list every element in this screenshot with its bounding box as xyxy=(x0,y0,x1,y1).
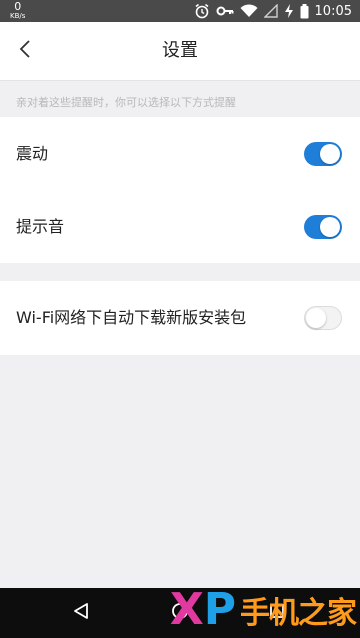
network-speed-unit: KB/s xyxy=(10,12,26,20)
toggle-knob xyxy=(320,217,340,237)
battery-icon xyxy=(300,3,309,19)
back-button[interactable] xyxy=(8,34,42,68)
back-triangle-icon xyxy=(72,602,90,624)
toggle-knob xyxy=(320,144,340,164)
wifi-icon xyxy=(240,4,258,18)
setting-label: 提示音 xyxy=(16,217,65,236)
setting-row-vibrate: 震动 xyxy=(0,117,360,190)
nav-back-button[interactable] xyxy=(66,598,96,628)
toggle-knob xyxy=(306,308,326,328)
setting-row-sound: 提示音 xyxy=(0,190,360,263)
watermark-xp: XP xyxy=(169,584,236,635)
status-bar: 0 KB/s 10:05 xyxy=(0,0,360,22)
setting-label: 震动 xyxy=(16,144,49,163)
signal-icon xyxy=(263,4,278,18)
vibrate-toggle[interactable] xyxy=(304,142,342,166)
chevron-left-icon xyxy=(18,39,32,63)
alarm-icon xyxy=(194,3,210,19)
setting-row-wifi-download: Wi-Fi网络下自动下载新版安装包 xyxy=(0,281,360,354)
section-hint: 亲对着这些提醒时，你可以选择以下方式提醒 xyxy=(16,96,236,109)
page-title: 设置 xyxy=(162,40,198,61)
charging-icon xyxy=(284,4,294,18)
notification-settings-group: 震动 提示音 xyxy=(0,117,360,263)
app-bar: 设置 xyxy=(0,22,360,81)
watermark-text: 手机之家 xyxy=(240,596,357,631)
download-settings-group: Wi-Fi网络下自动下载新版安装包 xyxy=(0,281,360,355)
wifi-download-toggle[interactable] xyxy=(304,306,342,330)
clock: 10:05 xyxy=(314,3,352,19)
watermark-logo: XP 手机之家 xyxy=(169,582,357,638)
setting-label: Wi-Fi网络下自动下载新版安装包 xyxy=(16,308,247,327)
status-icons: 10:05 xyxy=(194,0,352,22)
network-speed: 0 KB/s xyxy=(10,1,26,20)
key-icon xyxy=(216,5,234,17)
sound-toggle[interactable] xyxy=(304,215,342,239)
